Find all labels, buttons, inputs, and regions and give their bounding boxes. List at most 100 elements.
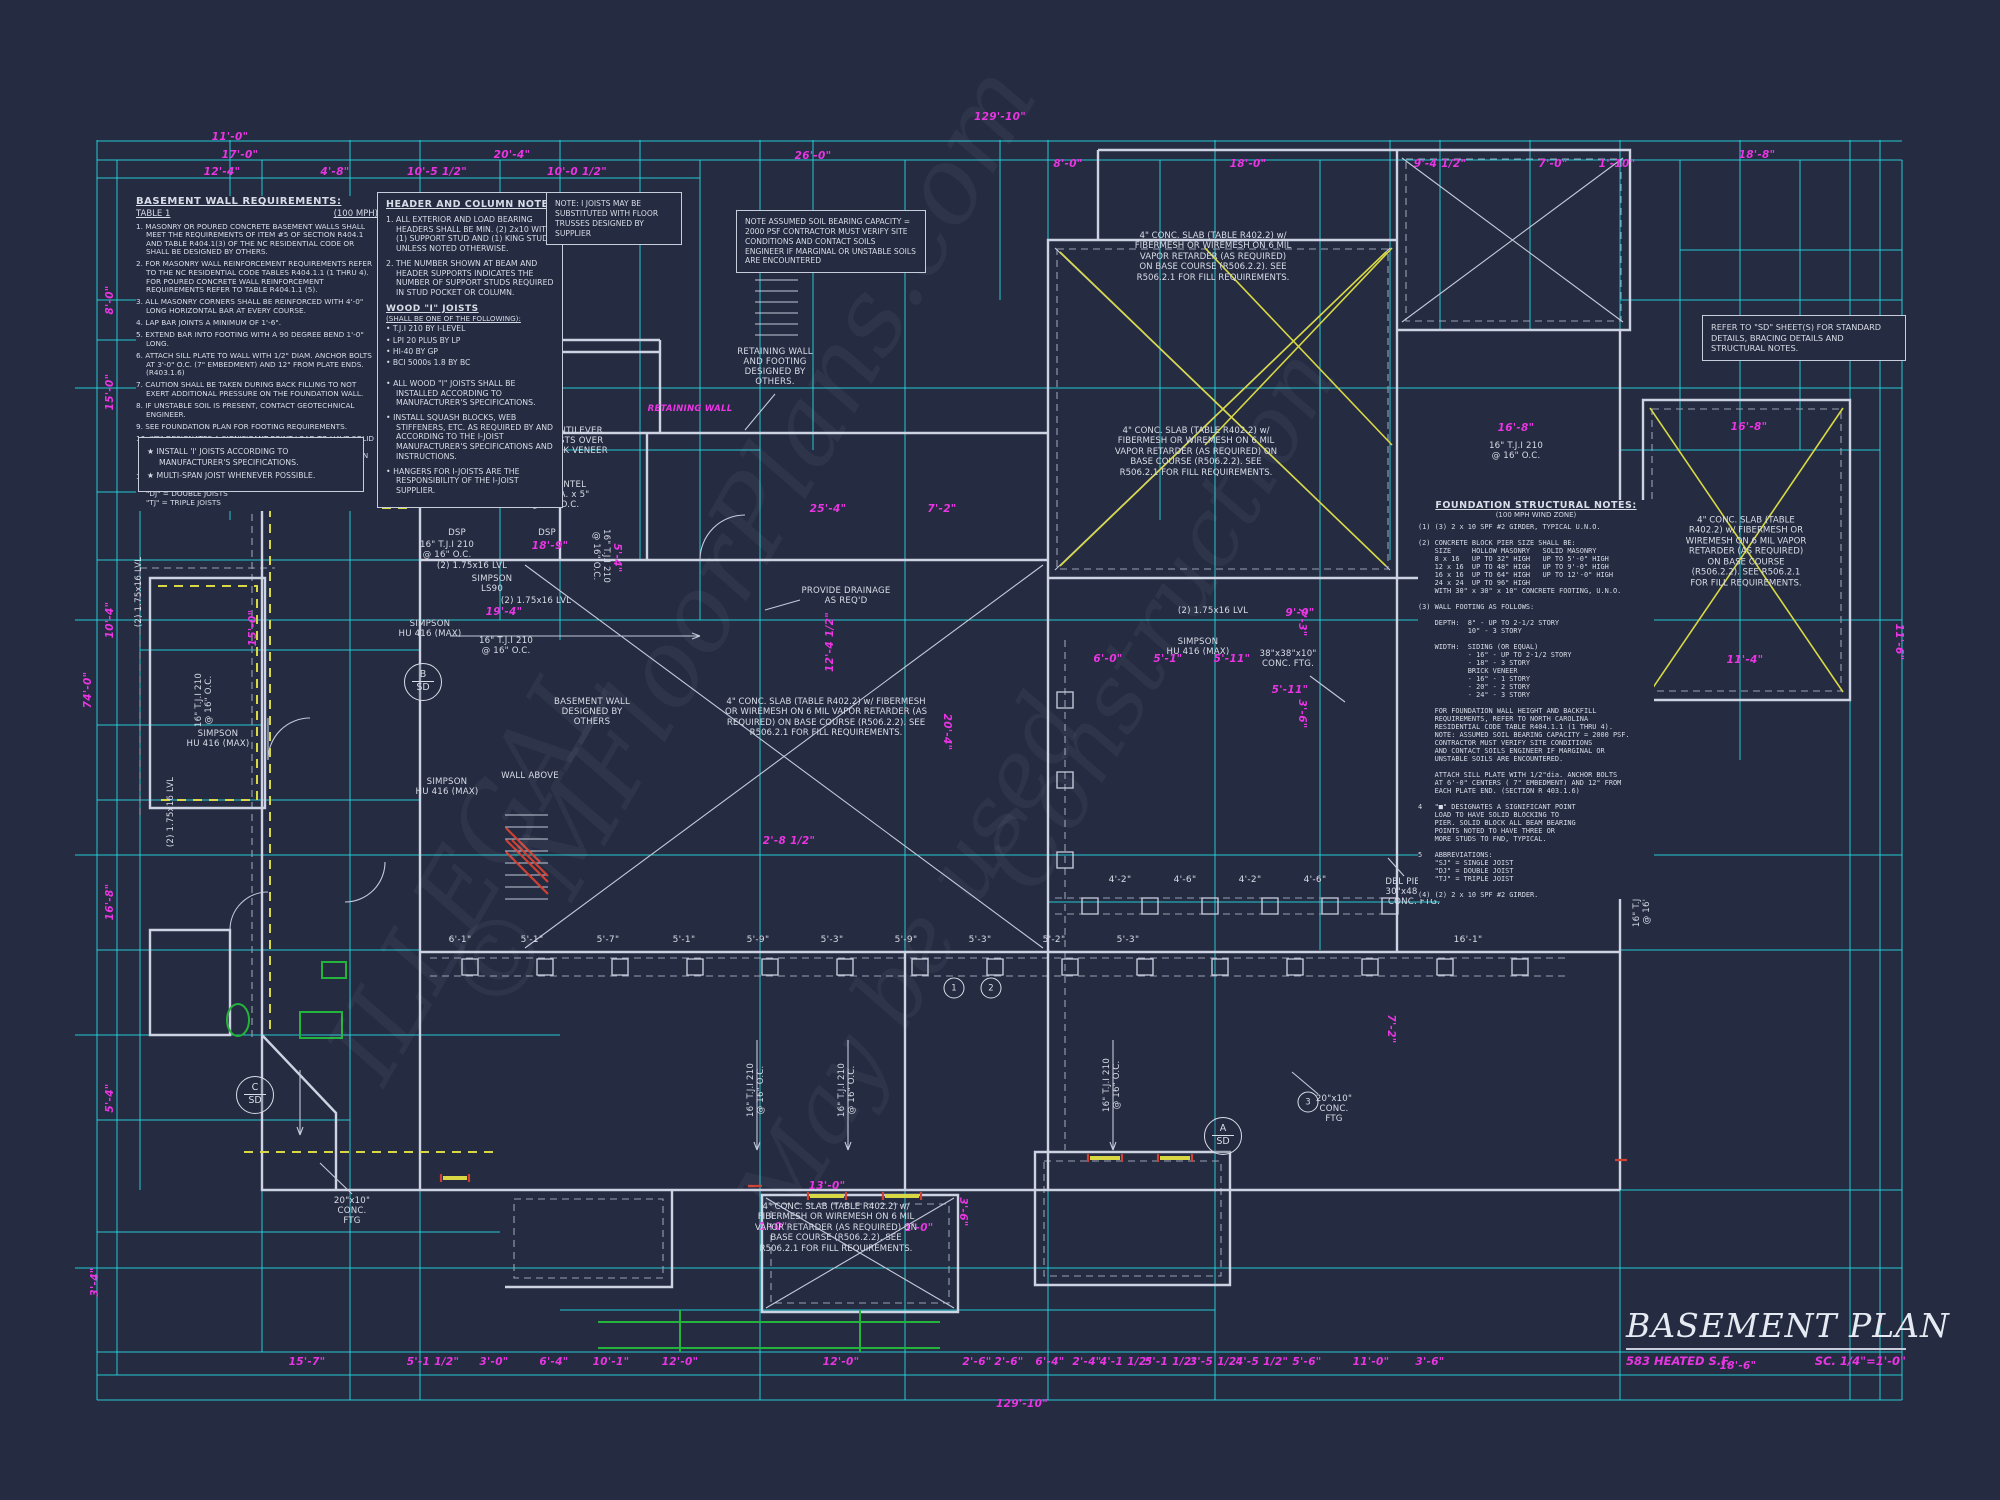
scale-label: SC. 1/4"=1'-0" bbox=[1815, 1354, 1906, 1368]
slab-note: 4" CONC. SLAB (TABLE R402.2) w/ FIBERMES… bbox=[1134, 231, 1292, 283]
plan-label: SIMPSON LS90 bbox=[472, 575, 513, 595]
note-line: 10" - 3 STORY bbox=[1418, 627, 1654, 635]
plan-label: PROVIDE DRAINAGE AS REQ'D bbox=[801, 587, 890, 607]
note-line bbox=[1418, 611, 1654, 619]
plan-label: 16" T.J.I 210 @ 16" O.C. bbox=[479, 637, 533, 657]
dimension-label: 4'-6" bbox=[1174, 875, 1197, 885]
dimension-label: 16'-8" bbox=[1731, 421, 1768, 433]
blueprint-sheet: © MFloorPlans.comILLEGALMay be usedConst… bbox=[0, 0, 2000, 1500]
note-list: ★ INSTALL 'I' JOISTS ACCORDING TO MANUFA… bbox=[147, 447, 355, 482]
dimension-label: 25'-4" bbox=[810, 503, 847, 515]
detail-marker: BSD bbox=[404, 663, 442, 701]
dimension-label: 5'-1" bbox=[521, 935, 544, 945]
dimension-label: 4'-2" bbox=[1109, 875, 1132, 885]
dimension-label: 5'-4" bbox=[104, 1083, 116, 1112]
foundation-structural-notes: FOUNDATION STRUCTURAL NOTES: (100 MPH WI… bbox=[1418, 500, 1654, 899]
dimension-label: 3'-6" bbox=[1296, 699, 1308, 728]
plan-label: 20"x10" CONC. FTG bbox=[1316, 1095, 1352, 1125]
note-line bbox=[1418, 795, 1654, 803]
note-line: WIDTH: SIDING (OR EQUAL) bbox=[1418, 643, 1654, 651]
note-line bbox=[1418, 635, 1654, 643]
note-line bbox=[1418, 763, 1654, 771]
note-subtitle: TABLE 1 bbox=[136, 209, 170, 219]
dimension-label: 5'-3" bbox=[821, 935, 844, 945]
plan-label: SIMPSON HU 416 (MAX) bbox=[1167, 638, 1230, 658]
dimension-label: 11'-0" bbox=[212, 131, 249, 143]
note-line: - 18" - 3 STORY bbox=[1418, 659, 1654, 667]
note-line: UNSTABLE SOILS ARE ENCOUNTERED. bbox=[1418, 755, 1654, 763]
note-line bbox=[1418, 883, 1654, 891]
dimension-label: 15'-0" bbox=[104, 374, 116, 411]
note-line: (3) WALL FOOTING AS FOLLOWS: bbox=[1418, 603, 1654, 611]
note-line: "TJ" = TRIPLE JOIST bbox=[1418, 875, 1654, 883]
note-line: POINTS NOTED TO HAVE THREE OR bbox=[1418, 827, 1654, 835]
note-line: 3. ALL MASONRY CORNERS SHALL BE REINFORC… bbox=[136, 298, 378, 315]
stud-count-bubble: 1 bbox=[944, 978, 965, 999]
plan-label: (2) 1.75x16 LVL bbox=[501, 597, 571, 607]
plan-label: 16" T.J.I 210 @ 16" O.C. bbox=[747, 1063, 767, 1117]
plan-label: WALL ABOVE bbox=[501, 772, 559, 782]
dimension-label: 12'-4 1/2" bbox=[824, 612, 836, 672]
dimension-label: 2'-8 1/2" bbox=[763, 835, 815, 847]
dimension-label: 3'-5 1/2" bbox=[1190, 1356, 1242, 1368]
note-line bbox=[1418, 843, 1654, 851]
plan-label: 38"x38"x10" CONC. FTG. bbox=[1259, 650, 1316, 670]
dimension-label: 129'-10" bbox=[996, 1398, 1048, 1410]
plan-label: (2) 1.75x16 LVL bbox=[437, 562, 507, 572]
note-line: 4. LAP BAR JOINTS A MINIMUM OF 1'-6". bbox=[136, 319, 378, 328]
note-line: LOAD TO HAVE SOLID BLOCKING TO bbox=[1418, 811, 1654, 819]
note-line: "DJ" = DOUBLE JOIST bbox=[1418, 867, 1654, 875]
note-title: BASEMENT WALL REQUIREMENTS: bbox=[136, 196, 378, 207]
note-list: • T.J.I 210 BY I-LEVEL• LPI 20 PLUS BY L… bbox=[386, 324, 554, 368]
dimension-label: 5'-1" bbox=[673, 935, 696, 945]
dimension-label: 18'-8" bbox=[1739, 149, 1776, 161]
dimension-label: 2'-4" bbox=[1072, 1356, 1101, 1368]
plan-label: RETAINING WALL AND FOOTING DESIGNED BY O… bbox=[737, 348, 812, 388]
dimension-label: 12'-0" bbox=[823, 1356, 860, 1368]
plan-label: RETAINING WALL bbox=[648, 405, 733, 415]
dimension-label: 6'-0" bbox=[1093, 653, 1122, 665]
note-line: 5 ABBREVIATIONS: bbox=[1418, 851, 1654, 859]
marker-sheet: SD bbox=[1216, 1136, 1229, 1148]
slab-note: 4" CONC. SLAB (TABLE R402.2) w/ FIBERMES… bbox=[750, 1202, 922, 1254]
note-line: 12 x 16 UP TO 48" HIGH UP TO 9'-0" HIGH bbox=[1418, 563, 1654, 571]
note-line: SIZE HOLLOW MASONRY SOLID MASONRY bbox=[1418, 547, 1654, 555]
dimension-label: 20'-4" bbox=[941, 714, 953, 751]
dimension-label: 16'-8" bbox=[1498, 422, 1535, 434]
dimension-label: 10'-0 1/2" bbox=[547, 166, 607, 178]
dimension-label: 5'-9" bbox=[895, 935, 918, 945]
dimension-label: 13'-0" bbox=[809, 1180, 846, 1192]
dimension-label: 4'-5 1/2" bbox=[1236, 1356, 1288, 1368]
note-line: 1. MASONRY OR POURED CONCRETE BASEMENT W… bbox=[136, 223, 378, 257]
plan-label: 16" T.J.I 210 @ 16" O.C. bbox=[195, 673, 215, 727]
note-text: NOTE ASSUMED SOIL BEARING CAPACITY = 200… bbox=[745, 217, 917, 266]
note-line: 4 "■" DESIGNATES A SIGNIFICANT POINT bbox=[1418, 803, 1654, 811]
dimension-label: 7'-0" bbox=[1538, 158, 1567, 170]
dimension-label: 20'-4" bbox=[494, 149, 531, 161]
dimension-label: 129'-10" bbox=[974, 111, 1026, 123]
dimension-label: 5'-1 1/2" bbox=[407, 1356, 459, 1368]
note-line: MORE STUDS TO FND, TYPICAL. bbox=[1418, 835, 1654, 843]
dimension-label: 5'-2" bbox=[1043, 935, 1066, 945]
note-line: - 16" - UP TO 2-1/2 STORY bbox=[1418, 651, 1654, 659]
note-line: BRICK VENEER bbox=[1418, 667, 1654, 675]
dimension-label: 8'-0" bbox=[1053, 158, 1082, 170]
dimension-label: 3'-6" bbox=[957, 1197, 969, 1226]
plan-label: DSP bbox=[448, 529, 466, 539]
dimension-label: 10'-1" bbox=[593, 1356, 630, 1368]
note-line bbox=[1418, 595, 1654, 603]
note-line: PIER. SOLID BLOCK ALL BEAM BEARING bbox=[1418, 819, 1654, 827]
dimension-label: 7'-2" bbox=[927, 503, 956, 515]
note-line: - 24" - 3 STORY bbox=[1418, 691, 1654, 699]
dimension-label: 11'-4" bbox=[1727, 654, 1764, 666]
slab-note: 4" CONC. SLAB (TABLE R402.2) w/ FIBERMES… bbox=[1685, 515, 1807, 588]
dimension-label: 2'-6" bbox=[962, 1356, 991, 1368]
dimension-label: 11'-0" bbox=[1353, 1356, 1390, 1368]
note-list: 1. ALL EXTERIOR AND LOAD BEARING HEADERS… bbox=[386, 215, 554, 298]
plan-label: 16" T.J.I 210 @ 16" O.C. bbox=[1489, 442, 1543, 462]
note-line: RESIDENTIAL CODE TABLE R404.1.1 (1 THRU … bbox=[1418, 723, 1654, 731]
dimension-label: 9'-4 1/2" bbox=[1414, 158, 1466, 170]
detail-marker: ASD bbox=[1204, 1117, 1242, 1155]
dimension-label: 5'-3" bbox=[969, 935, 992, 945]
dimension-label: 74'-0" bbox=[82, 672, 94, 709]
